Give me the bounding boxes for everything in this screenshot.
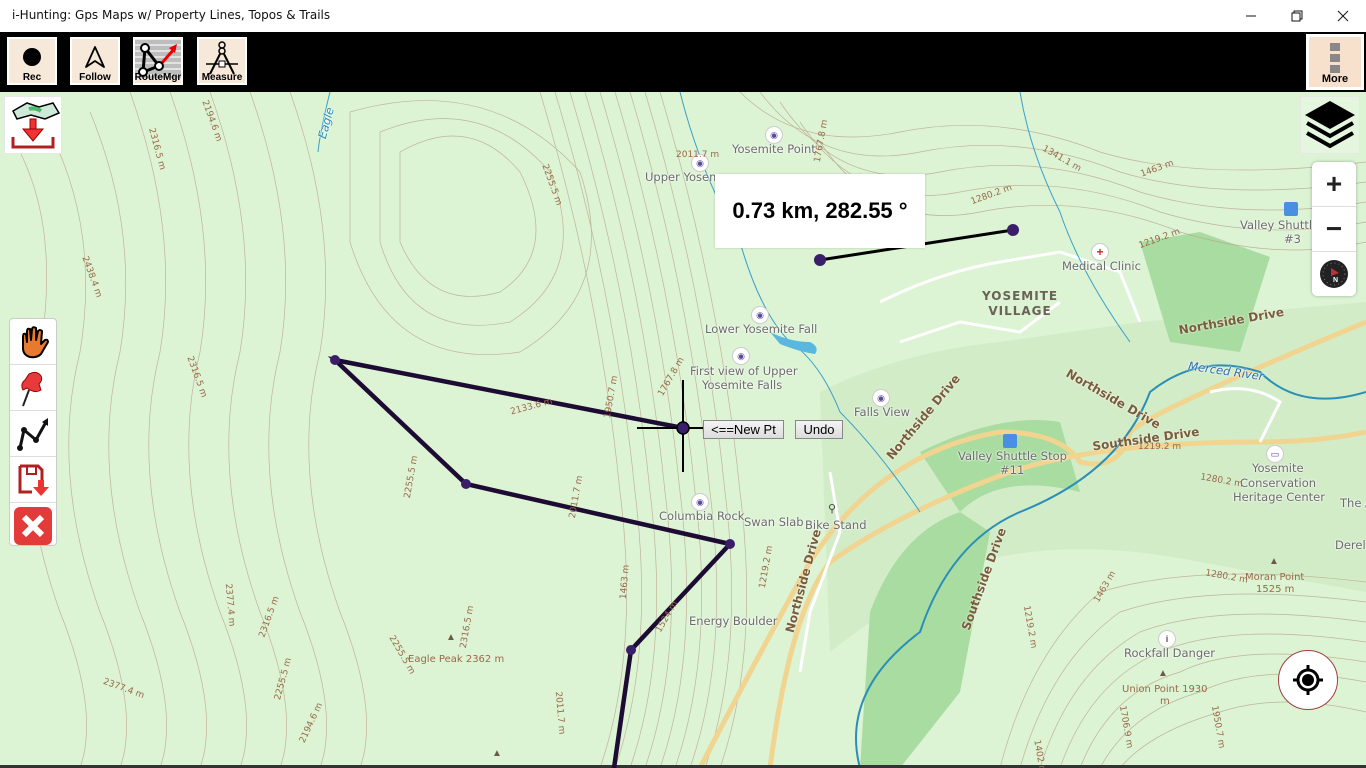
download-map-button[interactable] [4, 96, 62, 154]
bus-stop-icon [1003, 434, 1017, 448]
poi-label: Upper Yosem [645, 170, 721, 184]
peak-elevation: m [1160, 696, 1170, 707]
compass-icon: N [1320, 260, 1348, 288]
map-canvas[interactable]: ◉ Yosemite Point ◉ Upper Yosem ◉ Lower Y… [0, 92, 1366, 768]
save-route-button[interactable] [10, 457, 56, 503]
measure-label: Measure [201, 72, 243, 83]
minimize-button[interactable] [1228, 0, 1274, 32]
peak-icon: ▲ [446, 632, 456, 643]
compass-button[interactable]: N [1312, 252, 1356, 296]
main-toolbar: Rec Follow RouteMgr Measure More [0, 32, 1366, 92]
close-icon [1337, 10, 1349, 22]
measure-end-point[interactable] [1007, 224, 1019, 236]
peak-elevation: 1525 m [1256, 584, 1295, 595]
window-title: i-Hunting: Gps Maps w/ Property Lines, T… [12, 8, 331, 22]
peak-icon: ▲ [1158, 668, 1168, 679]
follow-label: Follow [79, 72, 111, 83]
locate-me-button[interactable] [1278, 650, 1338, 710]
poi-label: Derel [1335, 538, 1366, 552]
poi-label: Valley Shuttle [1240, 218, 1320, 232]
routemgr-label: RouteMgr [134, 72, 182, 83]
poi-label: The A [1340, 496, 1366, 510]
peak-icon: ▲ [1269, 556, 1279, 567]
navigation-arrow-icon [85, 46, 105, 68]
poi-label: Energy Boulder [689, 614, 778, 628]
distance-bearing-text: 0.73 km, 282.55 ° [732, 198, 908, 223]
peak-label: Moran Point [1245, 572, 1305, 583]
rec-button[interactable]: Rec [4, 34, 60, 88]
more-label: More [1321, 73, 1349, 85]
elevation-label: 1219.2 m [1138, 442, 1182, 452]
poi-label: Heritage Center [1233, 490, 1325, 504]
restore-button[interactable] [1274, 0, 1320, 32]
undo-button[interactable]: Undo [795, 420, 843, 439]
pushpin-icon [21, 371, 43, 406]
poi-label: Falls View [854, 405, 910, 419]
side-toolbar [9, 318, 57, 546]
zoom-out-button[interactable]: − [1312, 207, 1356, 252]
layers-button[interactable] [1300, 96, 1360, 154]
more-dots-icon [1330, 43, 1340, 73]
poi-label: Rockfall Danger [1124, 646, 1215, 660]
record-dot-icon [23, 48, 41, 66]
poi-label: Medical Clinic [1062, 259, 1141, 273]
route-node[interactable] [725, 539, 735, 549]
village-label: YOSEMITE VILLAGE [982, 289, 1058, 319]
minimize-icon [1246, 15, 1256, 17]
peak-icon: ▲ [492, 748, 502, 759]
poi-label: Yosemite Falls [702, 378, 783, 392]
compass-divider-icon [206, 41, 238, 75]
pin-tool-button[interactable] [10, 365, 56, 411]
poi-label: Conservation [1240, 476, 1317, 490]
poi-label: Yosemite [1252, 461, 1304, 475]
restore-icon [1291, 10, 1303, 22]
close-button[interactable] [1320, 0, 1366, 32]
bicycle-icon: ⚲ [828, 503, 837, 515]
title-bar: i-Hunting: Gps Maps w/ Property Lines, T… [0, 0, 1366, 32]
zoom-in-button[interactable]: + [1312, 162, 1356, 207]
poi-label: #3 [1284, 232, 1301, 246]
routemgr-button[interactable]: RouteMgr [130, 34, 186, 88]
peak-label: Union Point 1930 [1122, 684, 1208, 695]
rec-label: Rec [22, 72, 42, 83]
measure-button[interactable]: Measure [194, 34, 250, 88]
compass-north-letter: N [1333, 277, 1338, 284]
camera-icon: ◉ [732, 347, 750, 365]
more-button[interactable]: More [1306, 34, 1364, 90]
route-cursor-point[interactable] [676, 421, 690, 435]
locate-crosshair-icon [1293, 665, 1323, 695]
new-point-button[interactable]: <==New Pt [703, 420, 784, 439]
cancel-route-button[interactable] [10, 503, 56, 548]
save-download-icon [18, 464, 49, 496]
bus-stop-icon [1284, 202, 1298, 216]
hand-icon [22, 325, 49, 358]
route-node[interactable] [626, 645, 636, 655]
follow-button[interactable]: Follow [67, 34, 123, 88]
route-line-icon [17, 417, 48, 451]
close-x-icon [14, 506, 52, 545]
zoom-controls: + − N [1312, 162, 1356, 296]
download-map-icon [11, 102, 61, 149]
poi-label: #11 [1000, 463, 1025, 477]
poi-label: First view of Upper [690, 364, 798, 378]
pan-tool-button[interactable] [10, 319, 56, 365]
layers-icon [1305, 101, 1355, 149]
measurement-readout: 0.73 km, 282.55 ° [715, 174, 925, 248]
peak-label: Eagle Peak 2362 m [408, 654, 505, 665]
poi-label: Yosemite Point [732, 142, 816, 156]
poi-label: Swan Slab [744, 515, 804, 529]
village-label-line: YOSEMITE [982, 289, 1059, 303]
measure-start-point[interactable] [814, 254, 826, 266]
poi-label: Valley Shuttle Stop [958, 449, 1067, 463]
village-label-line: VILLAGE [988, 304, 1052, 318]
route-tool-button[interactable] [10, 411, 56, 457]
route-node[interactable] [330, 355, 340, 365]
poi-label: Columbia Rock [659, 509, 745, 523]
route-node[interactable] [461, 479, 471, 489]
poi-label: Lower Yosemite Fall [705, 322, 818, 336]
elevation-label: 2011.7 m [676, 150, 720, 160]
